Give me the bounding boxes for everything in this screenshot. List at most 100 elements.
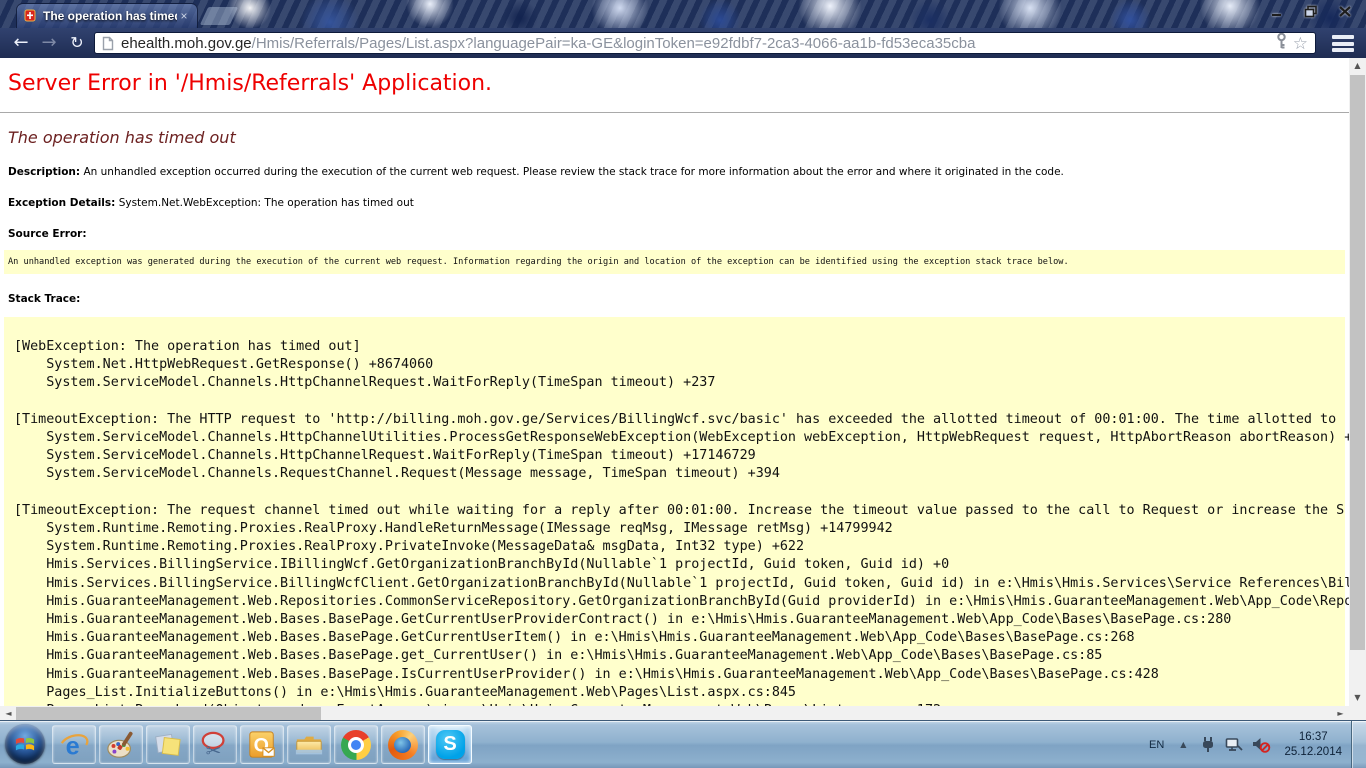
source-error-text: An unhandled exception was generated dur… xyxy=(8,257,1069,267)
snipping-tool-icon: ✂ xyxy=(200,730,230,760)
horizontal-scrollbar-thumb[interactable] xyxy=(16,707,321,720)
screen: The operation has timed out × ← → ↻ ehea… xyxy=(0,0,1366,768)
source-error-row: Source Error: xyxy=(8,228,1341,240)
svg-text:✂: ✂ xyxy=(206,741,222,760)
firefox-icon xyxy=(388,730,418,760)
minimize-button[interactable] xyxy=(1266,4,1288,19)
stack-trace-row: Stack Trace: xyxy=(8,293,1341,305)
stack-trace-line: System.Runtime.Remoting.Proxies.RealProx… xyxy=(14,538,1345,556)
chrome-icon xyxy=(341,730,371,760)
stack-trace-line: System.ServiceModel.Channels.HttpChannel… xyxy=(14,429,1345,447)
scrollbar-corner xyxy=(1349,706,1366,721)
system-tray: EN ▲ 16:37 25.12.2014 xyxy=(1149,721,1366,768)
taskbar-skype-button[interactable]: S xyxy=(428,725,472,764)
volume-muted-icon[interactable] xyxy=(1252,736,1271,753)
stack-trace-line: [TimeoutException: The request channel t… xyxy=(14,502,1345,520)
browser-toolbar: ← → ↻ ehealth.moh.gov.ge/Hmis/Referrals/… xyxy=(0,28,1366,58)
stack-trace-line: System.ServiceModel.Channels.HttpChannel… xyxy=(14,447,1345,465)
error-subtitle: The operation has timed out xyxy=(8,128,1341,147)
exception-details-row: Exception Details: System.Net.WebExcepti… xyxy=(8,197,1341,209)
stack-trace-line: System.ServiceModel.Channels.HttpChannel… xyxy=(14,374,1345,392)
stack-trace-line xyxy=(14,484,1345,502)
language-indicator[interactable]: EN xyxy=(1149,739,1164,751)
clock[interactable]: 16:37 25.12.2014 xyxy=(1284,730,1342,760)
maximize-button[interactable] xyxy=(1300,4,1322,19)
stack-trace-line: [TimeoutException: The HTTP request to '… xyxy=(14,411,1345,429)
exception-details-label: Exception Details: xyxy=(8,197,115,209)
window-controls xyxy=(1266,4,1356,19)
horizontal-scrollbar[interactable]: ◄ ► xyxy=(0,706,1349,721)
stack-trace-line: System.Net.HttpWebRequest.GetResponse() … xyxy=(14,356,1345,374)
error-page: Server Error in '/Hmis/Referrals' Applic… xyxy=(0,58,1349,706)
stack-trace-line: Pages_List.InitializeButtons() in e:\Hmi… xyxy=(14,684,1345,702)
sticky-notes-icon xyxy=(153,730,183,760)
browser-tab[interactable]: The operation has timed out × xyxy=(16,3,198,28)
new-tab-button[interactable] xyxy=(200,7,238,25)
stack-trace-line: Hmis.GuaranteeManagement.Web.Repositorie… xyxy=(14,593,1345,611)
taskbar-internet-explorer-button[interactable]: e xyxy=(52,725,96,764)
taskbar-windows-explorer-button[interactable] xyxy=(287,725,331,764)
outlook-icon: O xyxy=(247,730,277,760)
stack-trace-line: System.ServiceModel.Channels.RequestChan… xyxy=(14,465,1345,483)
description-label: Description: xyxy=(8,166,80,178)
taskbar-firefox-button[interactable] xyxy=(381,725,425,764)
scroll-right-icon[interactable]: ► xyxy=(1332,706,1349,721)
address-bar[interactable]: ehealth.moh.gov.ge/Hmis/Referrals/Pages/… xyxy=(94,32,1316,54)
page-title: Server Error in '/Hmis/Referrals' Applic… xyxy=(8,71,1341,96)
stack-trace-line: System.Runtime.Remoting.Proxies.RealProx… xyxy=(14,520,1345,538)
description-text: An unhandled exception occurred during t… xyxy=(83,166,1063,178)
vertical-scrollbar[interactable]: ▲ ▼ xyxy=(1349,58,1366,706)
taskbar-chrome-button[interactable] xyxy=(334,725,378,764)
scroll-up-icon[interactable]: ▲ xyxy=(1349,58,1366,74)
divider xyxy=(0,112,1349,113)
taskbar-paint-button[interactable] xyxy=(99,725,143,764)
stack-trace-line: [WebException: The operation has timed o… xyxy=(14,338,1345,356)
stack-trace-line: Hmis.Services.BillingService.BillingWcfC… xyxy=(14,575,1345,593)
url-text: ehealth.moh.gov.ge/Hmis/Referrals/Pages/… xyxy=(121,35,1272,52)
stack-trace-box: [WebException: The operation has timed o… xyxy=(4,317,1345,706)
start-button[interactable] xyxy=(5,724,45,764)
tray-date: 25.12.2014 xyxy=(1284,745,1342,760)
internet-explorer-icon: e xyxy=(59,730,89,760)
paint-icon xyxy=(106,730,136,760)
url-path: /Hmis/Referrals/Pages/List.aspx?language… xyxy=(252,35,976,52)
taskbar-buttons: e xyxy=(52,724,475,765)
stack-trace-line: Hmis.GuaranteeManagement.Web.Bases.BaseP… xyxy=(14,629,1345,647)
stack-trace-line: Hmis.GuaranteeManagement.Web.Bases.BaseP… xyxy=(14,666,1345,684)
stack-trace-line: Hmis.GuaranteeManagement.Web.Bases.BaseP… xyxy=(14,647,1345,665)
skype-icon: S xyxy=(436,730,465,759)
windows-flag-icon xyxy=(14,734,36,754)
scroll-left-icon[interactable]: ◄ xyxy=(0,706,17,721)
vertical-scrollbar-thumb[interactable] xyxy=(1350,75,1365,650)
taskbar-sticky-notes-button[interactable] xyxy=(146,725,190,764)
tab-title: The operation has timed out xyxy=(43,9,177,23)
description-row: Description: An unhandled exception occu… xyxy=(8,166,1341,178)
power-plug-icon[interactable] xyxy=(1200,736,1216,753)
page-document-icon xyxy=(102,36,114,51)
network-icon[interactable] xyxy=(1225,737,1243,753)
stack-trace-line: Hmis.GuaranteeManagement.Web.Bases.BaseP… xyxy=(14,611,1345,629)
taskbar: e xyxy=(0,721,1366,768)
browser-titlebar: The operation has timed out × xyxy=(0,0,1366,28)
forward-button[interactable]: → xyxy=(36,29,62,56)
close-button[interactable] xyxy=(1334,4,1356,19)
reload-button[interactable]: ↻ xyxy=(64,29,90,56)
exception-details-text: System.Net.WebException: The operation h… xyxy=(119,197,414,209)
stack-trace-label: Stack Trace: xyxy=(8,293,80,305)
taskbar-snipping-tool-button[interactable]: ✂ xyxy=(193,725,237,764)
show-desktop-button[interactable] xyxy=(1351,721,1366,768)
back-button[interactable]: ← xyxy=(8,29,34,56)
windows-explorer-icon xyxy=(294,730,324,760)
menu-button[interactable] xyxy=(1328,34,1358,53)
url-host: ehealth.moh.gov.ge xyxy=(121,35,252,52)
stack-trace-line: Hmis.Services.BillingService.IBillingWcf… xyxy=(14,556,1345,574)
scroll-down-icon[interactable]: ▼ xyxy=(1349,690,1366,706)
saved-password-key-icon[interactable] xyxy=(1276,33,1287,53)
source-error-label: Source Error: xyxy=(8,228,87,240)
show-hidden-icons-button[interactable]: ▲ xyxy=(1180,740,1186,749)
tab-close-icon[interactable]: × xyxy=(177,10,191,22)
bookmark-star-icon[interactable]: ☆ xyxy=(1293,35,1308,52)
site-favicon-icon xyxy=(23,9,37,23)
tray-time: 16:37 xyxy=(1284,730,1342,745)
taskbar-outlook-button[interactable]: O xyxy=(240,725,284,764)
